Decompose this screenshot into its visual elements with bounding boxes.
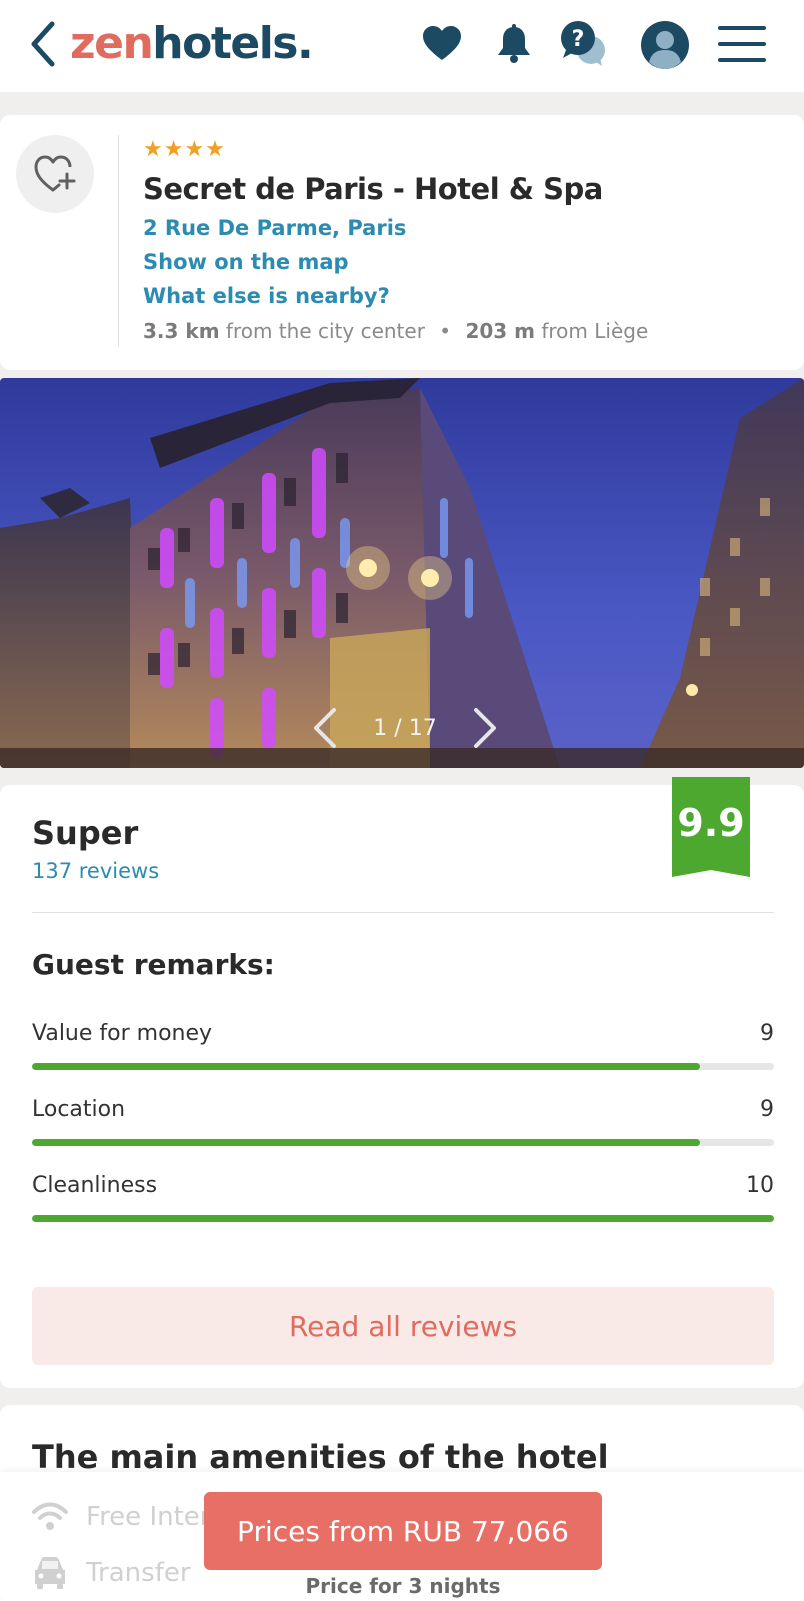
hamburger-menu-icon[interactable] — [718, 20, 766, 68]
remark-value: 9 — [760, 1021, 774, 1046]
amenities-title: The main amenities of the hotel — [32, 1438, 609, 1476]
remark-bar-fill — [32, 1215, 774, 1222]
heart-plus-icon — [34, 155, 76, 192]
remark-bar — [32, 1139, 774, 1146]
remark-bar — [32, 1215, 774, 1222]
bottom-price-bar: Free Internet Transfer Prices from RUB 7… — [0, 1472, 804, 1601]
prices-from-button[interactable]: Prices from RUB 77,066 — [204, 1492, 602, 1570]
remark-bar — [32, 1063, 774, 1070]
remark-bar-fill — [32, 1063, 700, 1070]
amenity-item: Transfer — [32, 1556, 191, 1590]
hotel-photo-gallery[interactable]: 1 / 17 — [0, 378, 804, 768]
reviews-card: Super 137 reviews 9.9 Guest remarks: Val… — [0, 777, 804, 1388]
hotel-info-card: ★★★★ Secret de Paris - Hotel & Spa 2 Rue… — [0, 115, 804, 370]
svg-text:?: ? — [572, 27, 585, 52]
show-on-map-link[interactable]: Show on the map — [143, 248, 349, 276]
help-chat-icon[interactable]: ? — [560, 20, 608, 68]
bell-icon[interactable] — [490, 20, 538, 68]
star-rating: ★★★★ — [143, 136, 226, 161]
nearby-link[interactable]: What else is nearby? — [143, 282, 390, 310]
gallery-navigation: 1 / 17 — [310, 703, 500, 753]
logo-dot: . — [296, 18, 314, 69]
back-chevron-icon[interactable] — [28, 20, 60, 68]
remark-label: Value for money — [32, 1021, 213, 1046]
user-avatar-icon[interactable] — [640, 20, 690, 70]
remark-label: Location — [32, 1097, 126, 1122]
remark-value: 9 — [760, 1097, 774, 1122]
top-header: zenhotels. ? — [0, 0, 804, 92]
prev-photo-chevron-icon[interactable] — [310, 706, 340, 750]
remark-value: 10 — [746, 1173, 774, 1198]
amenity-label: Transfer — [86, 1558, 191, 1588]
distance-city-text: from the city center — [225, 319, 425, 343]
remark-cleanliness: Cleanliness 10 — [32, 1172, 774, 1222]
car-icon — [35, 1557, 65, 1589]
score-badge: 9.9 — [672, 777, 750, 877]
photo-counter: 1 / 17 — [373, 715, 437, 741]
remark-value-for-money: Value for money 9 — [32, 1020, 774, 1070]
logo-hotels: hotels — [152, 18, 298, 69]
zenhotels-logo[interactable]: zenhotels. — [70, 14, 314, 74]
guest-remarks-title: Guest remarks: — [32, 948, 275, 981]
separator-dot: • — [439, 319, 452, 343]
price-note: Price for 3 nights — [305, 1574, 501, 1598]
remark-location: Location 9 — [32, 1096, 774, 1146]
vertical-divider — [118, 135, 119, 347]
distance-info: 3.3 km from the city center • 203 m from… — [143, 317, 648, 345]
wifi-icon — [32, 1502, 68, 1530]
remark-label: Cleanliness — [32, 1173, 158, 1198]
heart-icon[interactable] — [418, 20, 466, 68]
distance-poi-value: 203 m — [465, 319, 535, 343]
remark-bar-fill — [32, 1139, 700, 1146]
review-count-link[interactable]: 137 reviews — [32, 857, 159, 885]
add-to-favorites-button[interactable] — [16, 135, 94, 213]
divider — [32, 912, 774, 913]
distance-city-value: 3.3 km — [143, 319, 220, 343]
logo-zen: zen — [70, 18, 154, 69]
distance-poi-text: from Liège — [541, 319, 649, 343]
hotel-address-link[interactable]: 2 Rue De Parme, Paris — [143, 214, 406, 242]
read-all-reviews-button[interactable]: Read all reviews — [32, 1287, 774, 1365]
rating-word: Super — [32, 814, 139, 852]
hotel-name: Secret de Paris - Hotel & Spa — [143, 172, 603, 206]
next-photo-chevron-icon[interactable] — [470, 706, 500, 750]
